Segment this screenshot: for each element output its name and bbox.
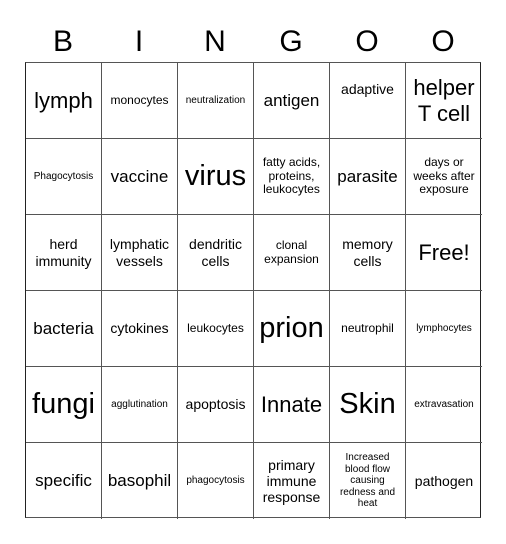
bingo-cell[interactable]: memory cells: [330, 215, 406, 291]
bingo-cell[interactable]: virus: [178, 139, 254, 215]
bingo-cell[interactable]: clonal expansion: [254, 215, 330, 291]
bingo-cell[interactable]: fatty acids, proteins, leukocytes: [254, 139, 330, 215]
bingo-cell[interactable]: lymphatic vessels: [102, 215, 178, 291]
bingo-cell[interactable]: helper T cell: [406, 63, 482, 139]
bingo-grid: lymph monocytes neutralization antigen a…: [25, 62, 482, 519]
bingo-cell[interactable]: lymphocytes: [406, 291, 482, 367]
bingo-cell[interactable]: monocytes: [102, 63, 178, 139]
bingo-cell[interactable]: agglutination: [102, 367, 178, 443]
header-letter-n: N: [204, 25, 226, 58]
bingo-cell[interactable]: basophil: [102, 443, 178, 519]
bingo-cell[interactable]: fungi: [26, 367, 102, 443]
bingo-cell[interactable]: Innate: [254, 367, 330, 443]
bingo-cell[interactable]: herd immunity: [26, 215, 102, 291]
bingo-cell[interactable]: primary immune response: [254, 443, 330, 519]
bingo-cell[interactable]: dendritic cells: [178, 215, 254, 291]
header-letter-o1: O: [355, 25, 379, 58]
bingo-cell[interactable]: pathogen: [406, 443, 482, 519]
header-letter-o2: O: [431, 25, 455, 58]
bingo-cell[interactable]: days or weeks after exposure: [406, 139, 482, 215]
bingo-cell[interactable]: lymph: [26, 63, 102, 139]
bingo-cell-free[interactable]: Free!: [406, 215, 482, 291]
bingo-cell[interactable]: extravasation: [406, 367, 482, 443]
bingo-header: B I N G O O: [25, 22, 481, 62]
header-letter-i: I: [134, 25, 144, 58]
bingo-cell[interactable]: Skin: [330, 367, 406, 443]
bingo-cell[interactable]: vaccine: [102, 139, 178, 215]
bingo-cell[interactable]: Increased blood flow causing redness and…: [330, 443, 406, 519]
bingo-cell[interactable]: leukocytes: [178, 291, 254, 367]
bingo-cell[interactable]: neutralization: [178, 63, 254, 139]
header-letter-g: G: [279, 25, 303, 58]
bingo-cell[interactable]: prion: [254, 291, 330, 367]
bingo-cell[interactable]: antigen: [254, 63, 330, 139]
bingo-cell[interactable]: specific: [26, 443, 102, 519]
bingo-cell[interactable]: apoptosis: [178, 367, 254, 443]
bingo-cell[interactable]: cytokines: [102, 291, 178, 367]
header-letter-b: B: [52, 25, 73, 58]
bingo-cell[interactable]: bacteria: [26, 291, 102, 367]
bingo-cell[interactable]: neutrophil: [330, 291, 406, 367]
bingo-cell[interactable]: parasite: [330, 139, 406, 215]
bingo-cell[interactable]: adaptive: [330, 63, 406, 139]
bingo-cell[interactable]: Phagocytosis: [26, 139, 102, 215]
bingo-cell[interactable]: phagocytosis: [178, 443, 254, 519]
